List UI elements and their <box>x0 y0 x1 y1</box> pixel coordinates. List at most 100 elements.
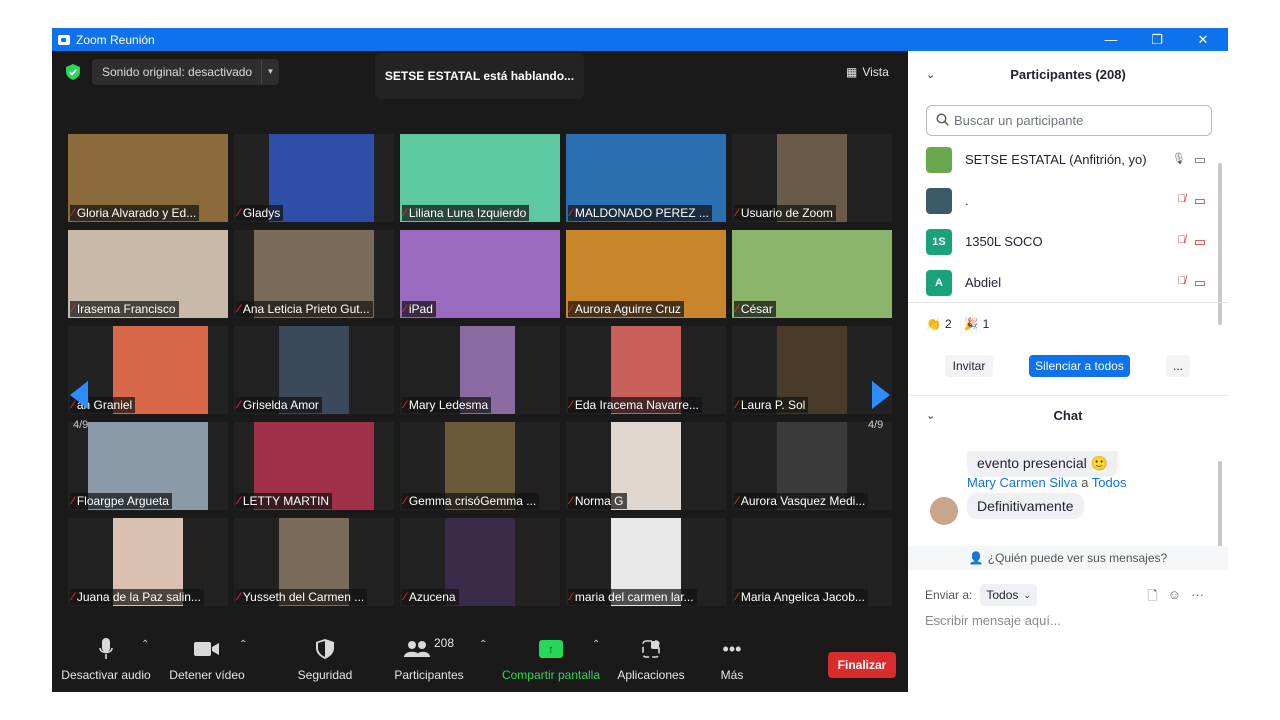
collapse-chevron-icon[interactable]: ⌄ <box>926 68 935 81</box>
video-tile[interactable]: ⁄ Yusseth del Carmen ... <box>234 518 394 606</box>
muted-microphone-icon: ⁄ <box>72 495 74 507</box>
participants-title: Participantes (208) <box>1010 66 1126 82</box>
video-tile[interactable]: ⁄ LETTY MARTIN <box>234 422 394 510</box>
view-button[interactable]: ▦ Vista <box>846 61 889 83</box>
share-options-caret-icon[interactable]: ⌃ <box>592 639 600 650</box>
share-screen-button[interactable]: ↑ Compartir pantalla <box>500 634 602 692</box>
microphone-icon[interactable]: 🎙 <box>1172 152 1186 168</box>
video-tile[interactable]: ⁄ Griselda Amor <box>234 326 394 414</box>
video-tile[interactable]: ⁄ an Graniel <box>68 326 228 414</box>
muted-microphone-icon: ⁄ <box>238 303 240 315</box>
end-meeting-button[interactable]: Finalizar <box>828 652 896 678</box>
muted-microphone-icon: ⁄ <box>404 399 406 411</box>
video-off-icon[interactable]: ▭ <box>1194 193 1206 209</box>
muted-microphone-icon[interactable]: 🎙̸ <box>1177 234 1185 250</box>
previous-page-arrow-icon[interactable] <box>70 381 88 409</box>
participants-options-caret-icon[interactable]: ⌃ <box>479 639 487 650</box>
active-speaker-banner: SETSE ESTATAL está hablando... <box>375 53 584 99</box>
participant-name: Floargpe Argueta <box>76 494 169 508</box>
participants-count: 208 <box>433 636 455 650</box>
video-options-caret-icon[interactable]: ⌃ <box>239 639 247 650</box>
more-button[interactable]: ••• Más <box>712 634 752 692</box>
video-tile[interactable]: ⁄ Irasema Francisco <box>68 230 228 318</box>
video-tile[interactable]: ⁄ Floargpe Argueta <box>68 422 228 510</box>
participant-row[interactable]: 1S 1350L SOCO 🎙̸ ▭ <box>908 221 1218 262</box>
video-tile[interactable]: ⁄ Aurora Aguirre Cruz <box>566 230 726 318</box>
participants-more-button[interactable]: ... <box>1166 355 1190 377</box>
video-tile[interactable]: ⁄ maria del carmen lar... <box>566 518 726 606</box>
video-tile[interactable]: ⁄ Maria Angelica Jacob... <box>732 518 892 606</box>
muted-microphone-icon[interactable]: 🎙̸ <box>1177 193 1185 209</box>
participant-name-tag: ⁄ Griselda Amor <box>236 397 322 413</box>
invite-button[interactable]: Invitar <box>945 355 993 377</box>
mute-all-button[interactable]: Silenciar a todos <box>1029 355 1130 377</box>
participant-name-tag: ⁄ Juana de la Paz salin... <box>70 589 204 605</box>
more-label: Más <box>720 668 744 682</box>
muted-microphone-icon[interactable]: 🎙̸ <box>1177 275 1185 291</box>
video-tile[interactable]: ⁄ Juana de la Paz salin... <box>68 518 228 606</box>
participant-name-tag: ⁄ Maria Angelica Jacob... <box>734 589 868 605</box>
security-button[interactable]: Seguridad <box>292 634 358 692</box>
gallery-grid: ⁄ Gloria Alvarado y Ed... ⁄ Gladys ⁄ Liliana … <box>68 134 892 609</box>
close-button[interactable]: ✕ <box>1180 28 1226 51</box>
who-can-see-messages-link[interactable]: 👤 ¿Quién puede ver sus mensajes? <box>908 546 1228 570</box>
apps-icon <box>614 634 688 664</box>
participant-row[interactable]: SETSE ESTATAL (Anfitrión, yo) 🎙 ▭ <box>908 139 1218 180</box>
participants-button[interactable]: 208 Participantes <box>392 634 466 692</box>
mute-audio-button[interactable]: Desactivar audio <box>60 634 152 692</box>
video-off-icon[interactable]: ▭ <box>1194 234 1206 250</box>
video-tile[interactable]: ⁄ Norma G <box>566 422 726 510</box>
video-tile[interactable]: ⁄ Usuario de Zoom <box>732 134 892 222</box>
video-tile[interactable]: ⁄ Ana Leticia Prieto Gut... <box>234 230 394 318</box>
security-icon <box>292 634 358 664</box>
participant-name: Gloria Alvarado y Ed... <box>76 206 197 220</box>
stop-video-button[interactable]: Detener vídeo <box>164 634 250 692</box>
send-to-label: Enviar a: <box>925 588 973 602</box>
participant-search-input[interactable]: Buscar un participante <box>926 105 1212 136</box>
muted-microphone-icon: ⁄ <box>72 591 74 603</box>
file-icon[interactable]: 🗋 <box>1147 587 1157 609</box>
minimize-button[interactable]: — <box>1088 28 1134 51</box>
participant-row[interactable]: . 🎙̸ ▭ <box>908 180 1218 221</box>
participant-name: Ana Leticia Prieto Gut... <box>242 302 370 316</box>
chat-collapse-chevron-icon[interactable]: ⌄ <box>926 409 935 422</box>
chat-message-bubble: Definitivamente <box>967 493 1084 519</box>
participant-list-name: . <box>965 193 969 208</box>
next-page-arrow-icon[interactable] <box>872 381 890 409</box>
participant-video <box>269 134 374 222</box>
video-tile[interactable]: ⁄ Liliana Luna Izquierdo <box>400 134 560 222</box>
participant-row[interactable]: A Abdiel 🎙̸ ▭ <box>908 262 1218 303</box>
participant-name: Irasema Francisco <box>76 302 176 316</box>
video-tile[interactable]: ⁄ Gladys <box>234 134 394 222</box>
page-indicator-left: 4/9 <box>73 419 89 431</box>
more-options-icon[interactable]: ··· <box>1191 587 1204 609</box>
video-tile[interactable]: ⁄ Azucena <box>400 518 560 606</box>
video-off-icon[interactable]: ▭ <box>1194 275 1206 291</box>
chat-message-input[interactable]: Escribir mensaje aquí... <box>925 613 1061 628</box>
apps-button[interactable]: Aplicaciones <box>614 634 688 692</box>
video-tile[interactable]: ⁄ Laura P. Sol <box>732 326 892 414</box>
video-tile[interactable]: ⁄ Gemma crisóGemma ... <box>400 422 560 510</box>
chevron-down-icon[interactable]: ▼ <box>261 59 279 85</box>
security-shield-icon[interactable] <box>66 64 80 80</box>
video-tile[interactable]: ⁄ iPad <box>400 230 560 318</box>
chat-recipient[interactable]: Todos <box>1092 475 1127 490</box>
emoji-icon[interactable]: ☺ <box>1168 587 1181 609</box>
send-to-dropdown[interactable]: Todos ⌄ <box>980 584 1037 606</box>
audio-options-caret-icon[interactable]: ⌃ <box>141 639 149 650</box>
video-tile[interactable]: ⁄ Eda Iracema Navarre... <box>566 326 726 414</box>
video-tile[interactable]: ⁄ Aurora Vasquez Medi... <box>732 422 892 510</box>
video-tile[interactable]: ⁄ Mary Ledesma <box>400 326 560 414</box>
chat-sender-name[interactable]: Mary Carmen Silva <box>967 475 1078 490</box>
restore-button[interactable]: ❐ <box>1134 28 1180 51</box>
video-tile[interactable]: ⁄ César <box>732 230 892 318</box>
participant-list-name: Abdiel <box>965 275 1002 290</box>
participant-list-scrollbar[interactable] <box>1218 163 1222 325</box>
participant-name: LETTY MARTIN <box>242 494 330 508</box>
chat-sender-line: Mary Carmen Silva a Todos <box>967 475 1126 490</box>
video-camera-icon[interactable]: ▭ <box>1194 152 1206 168</box>
original-sound-dropdown[interactable]: Sonido original: desactivado ▼ <box>92 59 279 85</box>
muted-microphone-icon: ⁄ <box>736 399 738 411</box>
video-tile[interactable]: ⁄ Gloria Alvarado y Ed... <box>68 134 228 222</box>
video-tile[interactable]: ⁄ MALDONADO PEREZ ... <box>566 134 726 222</box>
